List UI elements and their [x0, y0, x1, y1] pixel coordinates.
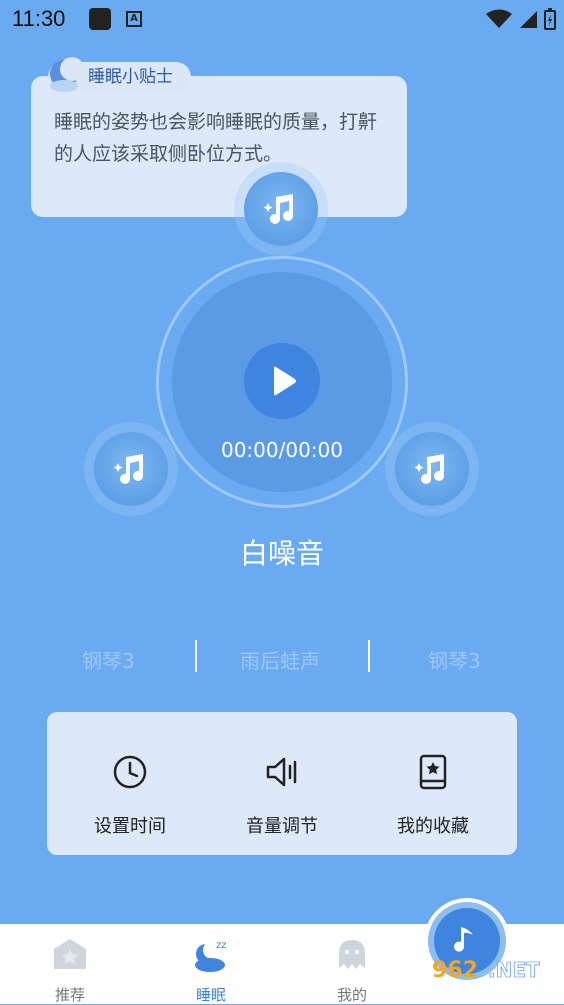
sleep-tip-text: 睡眠的姿势也会影响睡眠的质量，打鼾的人应该采取侧卧位方式。	[54, 111, 378, 165]
track-tab-3[interactable]: 钢琴3	[428, 645, 481, 674]
favorites-icon	[419, 754, 447, 790]
svg-text:乐游网: 乐游网	[496, 983, 538, 999]
sleep-icon: zz	[195, 940, 227, 972]
battery-icon	[544, 8, 556, 30]
moon-icon	[50, 57, 84, 92]
nav-recommend-label: 推荐	[54, 986, 85, 1004]
favorites-label: 我的收藏	[397, 816, 469, 837]
wifi-icon	[486, 9, 512, 28]
volume-label: 音量调节	[246, 816, 318, 837]
status-bar: 11:30 A	[0, 0, 564, 38]
watermark-logo: 962 .NET 乐游网	[432, 958, 540, 999]
svg-text:962: 962	[432, 958, 478, 983]
volume-icon	[266, 757, 297, 787]
volume-button[interactable]: 音量调节	[207, 752, 357, 838]
nav-profile[interactable]: 我的	[307, 924, 397, 1005]
divider	[368, 640, 370, 672]
nav-sleep-label: 睡眠	[195, 986, 226, 1004]
status-icons	[486, 8, 556, 30]
playback-timer: 00:00/00:00	[220, 438, 343, 462]
set-time-button[interactable]: 设置时间	[55, 752, 205, 838]
clock-icon	[113, 755, 147, 789]
nav-sleep[interactable]: zz 睡眠	[166, 924, 256, 1005]
music-bubble-right[interactable]	[395, 432, 469, 506]
app-notification-icon	[89, 8, 111, 30]
track-tab-1[interactable]: 钢琴3	[82, 645, 135, 674]
favorites-button[interactable]: 我的收藏	[358, 752, 508, 838]
a-icon: A	[126, 11, 142, 27]
svg-text:zz: zz	[216, 940, 227, 951]
play-icon	[274, 366, 296, 396]
recommend-icon	[54, 939, 86, 969]
music-note-icon	[113, 454, 143, 484]
music-note-icon	[263, 194, 293, 224]
nav-profile-label: 我的	[336, 986, 367, 1004]
music-bubble-left[interactable]	[94, 432, 168, 506]
track-tab-2[interactable]: 雨后蛙声	[240, 645, 320, 674]
set-time-label: 设置时间	[94, 816, 166, 837]
profile-icon	[339, 940, 365, 969]
play-button[interactable]	[244, 343, 320, 419]
music-bubble-top[interactable]	[244, 172, 318, 246]
music-note-icon	[454, 927, 473, 952]
track-title: 白噪音	[239, 537, 324, 570]
music-note-icon	[414, 454, 444, 484]
svg-text:.NET: .NET	[488, 958, 540, 982]
signal-icon	[520, 11, 537, 28]
status-time: 11:30	[12, 6, 66, 31]
divider	[195, 640, 197, 672]
nav-recommend[interactable]: 推荐	[25, 924, 115, 1005]
